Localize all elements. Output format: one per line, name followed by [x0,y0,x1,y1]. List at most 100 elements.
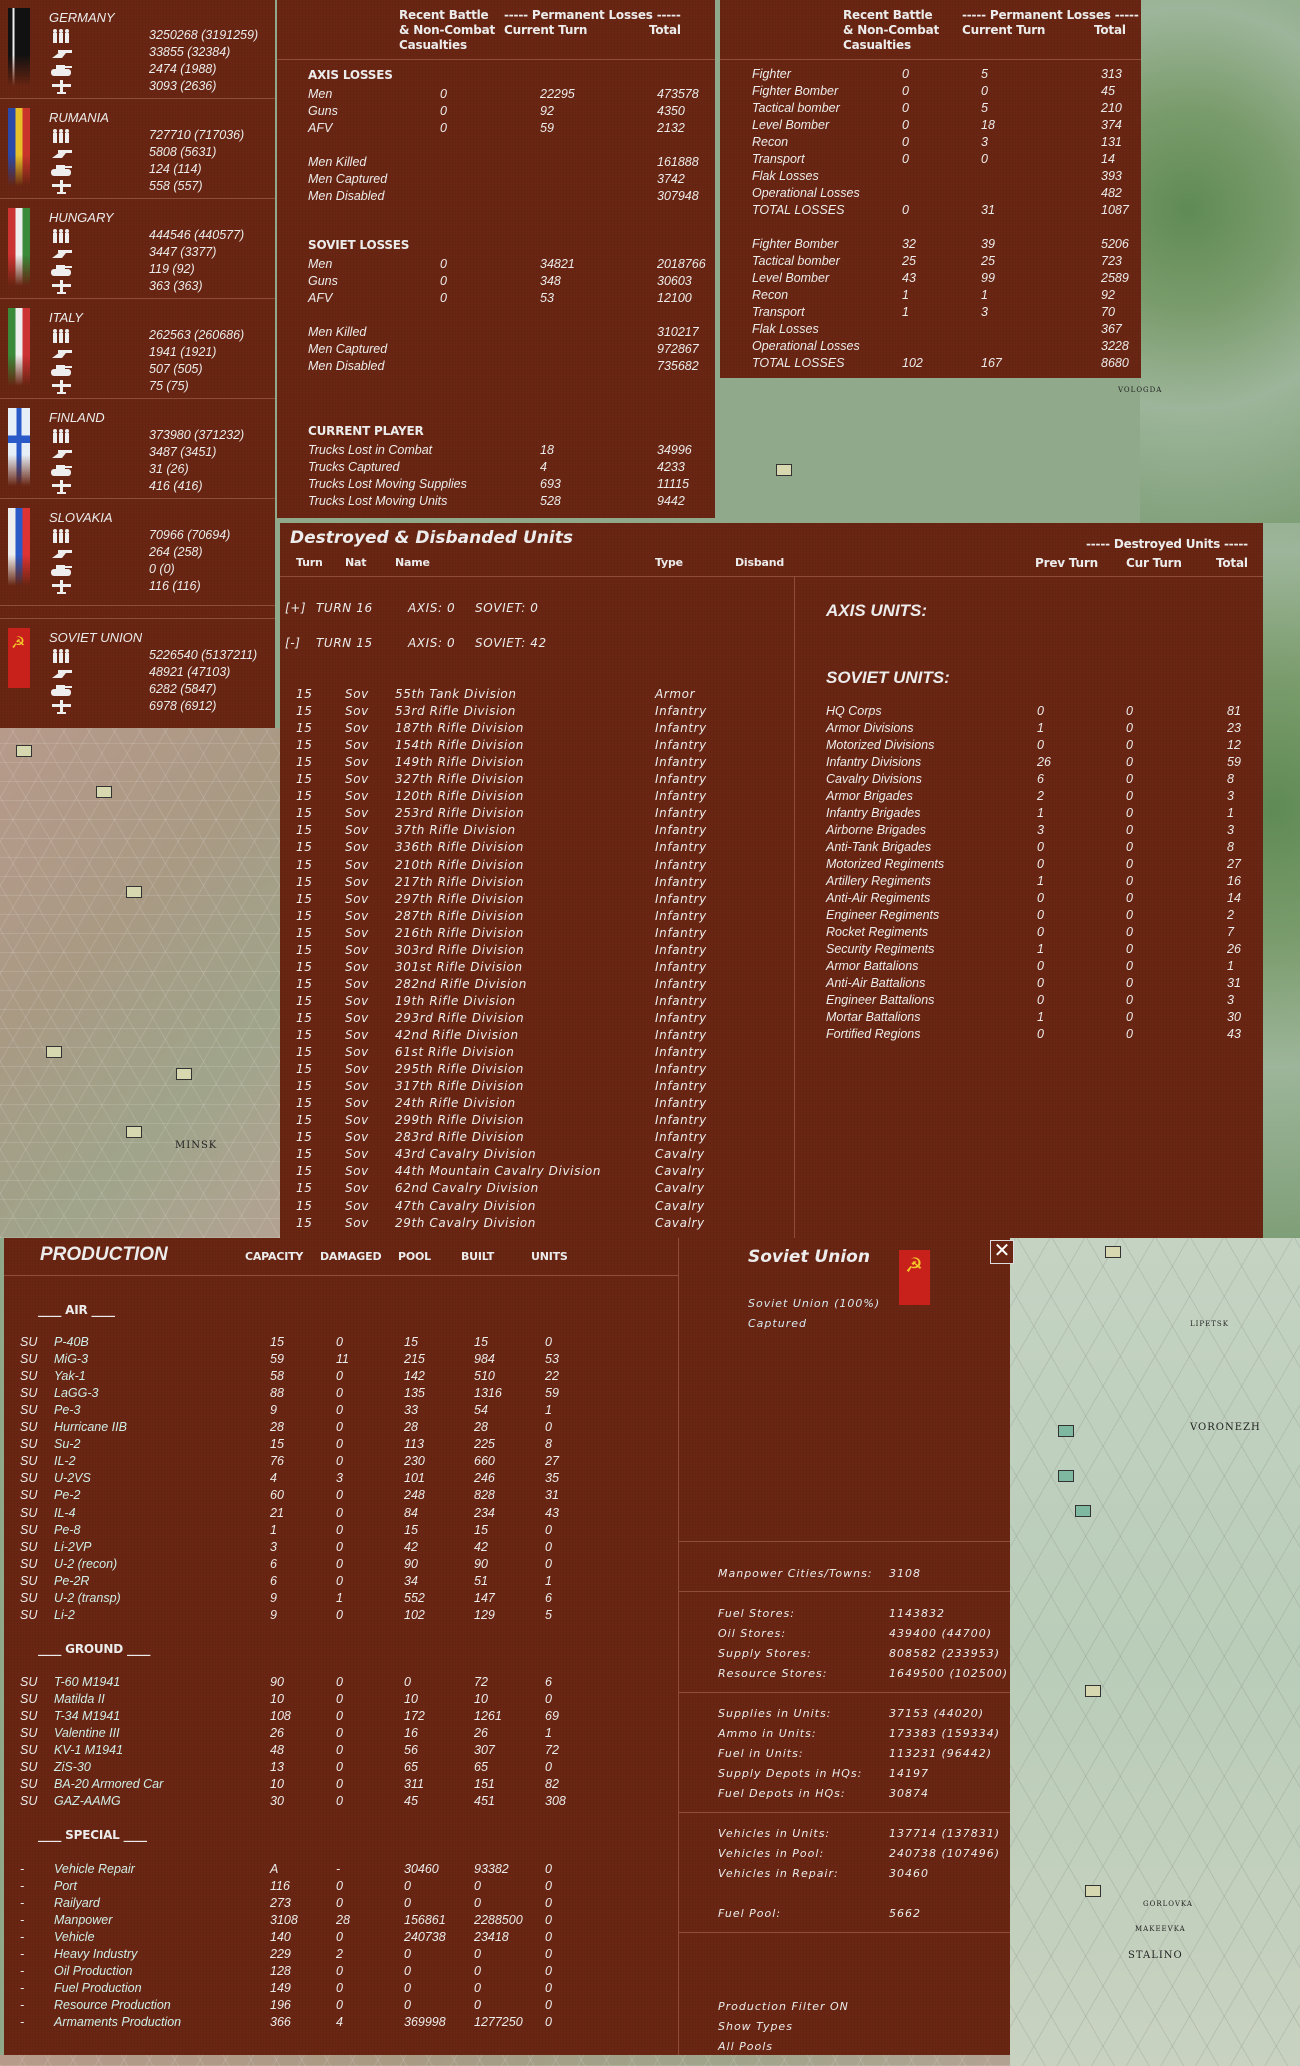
prod-name[interactable]: MiG-3 [54,1352,88,1367]
map-unit-counter[interactable] [46,1046,62,1058]
prod-name[interactable]: Valentine III [54,1726,120,1741]
prod-name[interactable]: Matilda II [54,1692,105,1707]
unit-name[interactable]: 283rd Rifle Division [395,1130,524,1145]
unit-name[interactable]: 299th Rifle Division [395,1113,524,1128]
unit-nat[interactable]: Sov [345,1028,369,1043]
unit-type[interactable]: Infantry [655,704,707,719]
prod-name[interactable]: IL-2 [54,1454,76,1469]
unit-nat[interactable]: Sov [345,977,369,992]
unit-turn[interactable]: 15 [296,840,312,855]
unit-turn[interactable]: 15 [296,943,312,958]
unit-nat[interactable]: Sov [345,772,369,787]
unit-nat[interactable]: Sov [345,789,369,804]
prod-name[interactable]: ZiS-30 [54,1760,91,1775]
prod-name[interactable]: Pe-8 [54,1523,80,1538]
unit-nat[interactable]: Sov [345,823,369,838]
unit-name[interactable]: 55th Tank Division [395,687,517,702]
map-unit-counter[interactable] [176,1068,192,1080]
unit-turn[interactable]: 15 [296,892,312,907]
map-unit-counter[interactable] [1058,1470,1074,1482]
prod-name[interactable]: Pe-2R [54,1574,89,1589]
unit-name[interactable]: 62nd Cavalry Division [395,1181,539,1196]
map-area-west[interactable] [0,728,280,1238]
unit-nat[interactable]: Sov [345,994,369,1009]
unit-type[interactable]: Infantry [655,977,707,992]
unit-turn[interactable]: 15 [296,875,312,890]
unit-nat[interactable]: Sov [345,892,369,907]
unit-type[interactable]: Infantry [655,909,707,924]
map-unit-counter[interactable] [96,786,112,798]
unit-type[interactable]: Infantry [655,994,707,1009]
option-link-production-filter[interactable]: Production Filter ON [718,1999,849,2014]
unit-nat[interactable]: Sov [345,1147,369,1162]
prod-name[interactable]: U-2VS [54,1471,91,1486]
unit-nat[interactable]: Sov [345,1096,369,1111]
prod-name[interactable]: Hurricane IIB [54,1420,127,1435]
map-area-north[interactable] [1140,0,1300,523]
unit-type[interactable]: Infantry [655,892,707,907]
unit-type[interactable]: Infantry [655,772,707,787]
unit-nat[interactable]: Sov [345,806,369,821]
unit-turn[interactable]: 15 [296,1113,312,1128]
prod-name[interactable]: Vehicle Repair [54,1862,135,1877]
unit-name[interactable]: 282nd Rifle Division [395,977,527,992]
unit-turn[interactable]: 15 [296,1130,312,1145]
unit-turn[interactable]: 15 [296,687,312,702]
unit-turn[interactable]: 15 [296,789,312,804]
unit-nat[interactable]: Sov [345,1181,369,1196]
unit-type[interactable]: Infantry [655,840,707,855]
map-unit-counter[interactable] [1058,1425,1074,1437]
unit-turn[interactable]: 15 [296,823,312,838]
prod-name[interactable]: Manpower [54,1913,112,1928]
unit-nat[interactable]: Sov [345,909,369,924]
unit-type[interactable]: Infantry [655,1028,707,1043]
unit-turn[interactable]: 15 [296,704,312,719]
prod-name[interactable]: Resource Production [54,1998,171,2013]
unit-turn[interactable]: 15 [296,1096,312,1111]
prod-name[interactable]: Oil Production [54,1964,133,1979]
unit-turn[interactable]: 15 [296,926,312,941]
unit-nat[interactable]: Sov [345,858,369,873]
unit-turn[interactable]: 15 [296,960,312,975]
prod-name[interactable]: IL-4 [54,1506,76,1521]
unit-name[interactable]: 120th Rifle Division [395,789,524,804]
prod-name[interactable]: T-34 M1941 [54,1709,120,1724]
prod-name[interactable]: U-2 (transp) [54,1591,121,1606]
unit-type[interactable]: Infantry [655,875,707,890]
unit-nat[interactable]: Sov [345,1011,369,1026]
prod-name[interactable]: Railyard [54,1896,100,1911]
unit-turn[interactable]: 15 [296,858,312,873]
unit-name[interactable]: 42nd Rifle Division [395,1028,519,1043]
map-unit-counter[interactable] [1105,1246,1121,1258]
unit-nat[interactable]: Sov [345,721,369,736]
prod-name[interactable]: Fuel Production [54,1981,142,1996]
prod-name[interactable]: T-60 M1941 [54,1675,120,1690]
prod-name[interactable]: Heavy Industry [54,1947,137,1962]
prod-name[interactable]: Yak-1 [54,1369,86,1384]
unit-turn[interactable]: 15 [296,1028,312,1043]
unit-nat[interactable]: Sov [345,738,369,753]
unit-type[interactable]: Infantry [655,806,707,821]
prod-name[interactable]: Vehicle [54,1930,95,1945]
unit-name[interactable]: 61st Rifle Division [395,1045,514,1060]
map-area-bottom[interactable] [0,2055,1010,2066]
unit-nat[interactable]: Sov [345,1164,369,1179]
map-unit-counter[interactable] [16,745,32,757]
unit-turn[interactable]: 15 [296,994,312,1009]
unit-turn[interactable]: 15 [296,721,312,736]
unit-type[interactable]: Cavalry [655,1147,705,1162]
unit-name[interactable]: 327th Rifle Division [395,772,524,787]
unit-type[interactable]: Cavalry [655,1164,705,1179]
unit-turn[interactable]: 15 [296,1079,312,1094]
unit-name[interactable]: 293rd Rifle Division [395,1011,524,1026]
close-button[interactable]: ✕ [990,1240,1014,1264]
unit-name[interactable]: 24th Rifle Division [395,1096,516,1111]
unit-turn[interactable]: 15 [296,755,312,770]
prod-name[interactable]: KV-1 M1941 [54,1743,123,1758]
unit-name[interactable]: 47th Cavalry Division [395,1199,536,1214]
unit-turn[interactable]: 15 [296,1199,312,1214]
prod-name[interactable]: LaGG-3 [54,1386,98,1401]
unit-nat[interactable]: Sov [345,840,369,855]
unit-type[interactable]: Infantry [655,960,707,975]
unit-nat[interactable]: Sov [345,1216,369,1231]
